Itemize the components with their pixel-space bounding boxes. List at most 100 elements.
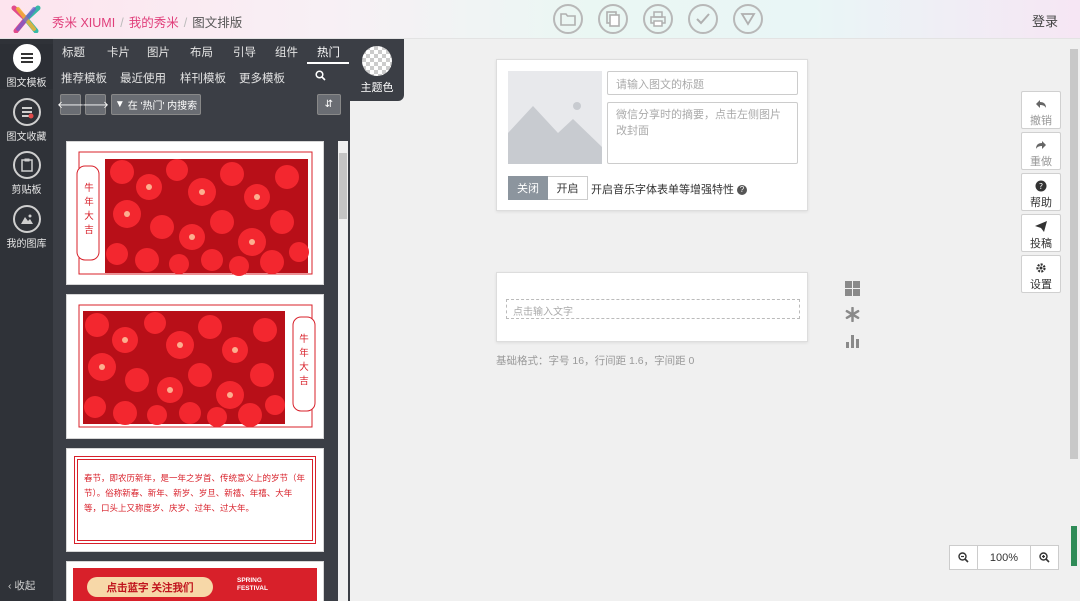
active-tab-indicator bbox=[307, 62, 349, 64]
triangle-down-icon[interactable] bbox=[733, 4, 763, 34]
zoom-out-button[interactable] bbox=[949, 545, 978, 570]
undo-label: 撤销 bbox=[1030, 115, 1052, 127]
toggle-off-button[interactable]: 关闭 bbox=[508, 176, 548, 200]
sort-button[interactable]: ⇵ bbox=[317, 94, 341, 115]
follow-badge: 点击蓝字 关注我们 bbox=[87, 577, 213, 597]
bar-chart-icon[interactable] bbox=[843, 331, 861, 349]
arrow-right-icon: 🡒 bbox=[82, 99, 109, 111]
toggle-on-button[interactable]: 开启 bbox=[548, 176, 588, 200]
card-vertical-text: 牛年大吉 bbox=[299, 334, 309, 387]
breadcrumb: 秀米 XIUMI / 我的秀米 / 图文排版 bbox=[52, 16, 243, 30]
help-icon: ? bbox=[1022, 177, 1060, 194]
svg-text:?: ? bbox=[1039, 182, 1043, 191]
digest-input[interactable]: 微信分享时的摘要，点击左侧图片改封面 bbox=[607, 102, 798, 164]
next-page-button[interactable]: 🡒 bbox=[82, 94, 109, 115]
tab-component[interactable]: 组件 bbox=[275, 44, 298, 60]
rail-item-label: 剪贴板 bbox=[11, 185, 42, 196]
settings-button[interactable]: 设置 bbox=[1021, 255, 1061, 293]
collapse-button[interactable]: ‹ 收起 bbox=[8, 578, 35, 593]
print-icon[interactable] bbox=[643, 4, 673, 34]
tab-sample-issues[interactable]: 样刊模板 bbox=[180, 70, 226, 86]
zoom-in-button[interactable] bbox=[1030, 545, 1059, 570]
brand-link[interactable]: 秀米 XIUMI bbox=[52, 16, 115, 30]
tab-recent[interactable]: 最近使用 bbox=[120, 70, 166, 86]
theme-color-label: 主题色 bbox=[360, 82, 394, 94]
template-card-4[interactable]: 点击蓝字 关注我们 SPRING FESTIVAL bbox=[66, 561, 324, 601]
chevron-left-icon: ‹ bbox=[8, 580, 12, 592]
tab-more-templates[interactable]: 更多模板 bbox=[239, 70, 285, 86]
article-header-box: 请输入图文的标题 微信分享时的摘要，点击左侧图片改封面 关闭 开启 开启音乐字体… bbox=[496, 59, 808, 211]
template-card-2[interactable]: 牛年大吉 bbox=[66, 294, 324, 439]
login-link[interactable]: 登录 bbox=[1032, 11, 1058, 30]
rail-item-label: 图文模板 bbox=[6, 78, 47, 89]
panel-scrollbar-thumb[interactable] bbox=[339, 153, 347, 219]
editor-scroll-marker bbox=[1071, 526, 1077, 566]
tab-image[interactable]: 图片 bbox=[147, 44, 170, 60]
rail-item-label: 我的图库 bbox=[6, 239, 47, 250]
text-input-area[interactable]: 点击输入文字 bbox=[506, 299, 800, 319]
tab-recommended[interactable]: 推荐模板 bbox=[61, 70, 107, 86]
prev-page-button[interactable]: 🡐 bbox=[57, 94, 84, 115]
image-placeholder-icon bbox=[508, 102, 602, 164]
zoom-value: 100% bbox=[978, 545, 1030, 570]
category-tabs: 标题 卡片 图片 布局 引导 组件 热门 bbox=[53, 39, 350, 64]
filter-icon: ▼ bbox=[114, 99, 125, 110]
toolbar-icons bbox=[553, 4, 763, 34]
left-rail: 图文模板 图文收藏 剪贴板 我的图库 ‹ 收起 bbox=[0, 39, 53, 601]
rail-item-clipboard[interactable]: 剪贴板 bbox=[0, 151, 53, 196]
breadcrumb-my-xiumi[interactable]: 我的秀米 bbox=[129, 16, 179, 30]
rail-item-templates[interactable]: 图文模板 bbox=[0, 44, 53, 89]
zoom-out-icon bbox=[958, 552, 969, 563]
template-card-1[interactable]: 牛年大吉 bbox=[66, 141, 324, 285]
editor-scrollbar[interactable] bbox=[1068, 39, 1080, 601]
send-icon bbox=[1022, 218, 1060, 235]
help-button[interactable]: ? 帮助 bbox=[1021, 173, 1061, 211]
spring-festival-tag: SPRING FESTIVAL bbox=[237, 577, 268, 592]
content-box: 点击输入文字 bbox=[496, 272, 808, 342]
search-filter-button[interactable]: ▼ 在 '热门' 内搜索 bbox=[111, 94, 201, 115]
theme-color-button[interactable]: 主题色 bbox=[350, 39, 404, 101]
submit-button[interactable]: 投稿 bbox=[1021, 214, 1061, 252]
collapse-label: 收起 bbox=[14, 580, 36, 592]
tab-card[interactable]: 卡片 bbox=[107, 44, 130, 60]
tab-hot[interactable]: 热门 bbox=[317, 44, 340, 60]
undo-icon bbox=[1022, 95, 1060, 112]
grid-icon[interactable] bbox=[843, 279, 861, 297]
tab-title[interactable]: 标题 bbox=[62, 44, 85, 60]
open-folder-icon[interactable] bbox=[553, 4, 583, 34]
xiumi-logo[interactable] bbox=[10, 5, 42, 33]
zoom-in-icon bbox=[1039, 552, 1050, 563]
cover-image-placeholder[interactable] bbox=[508, 71, 602, 164]
rail-item-label: 图文收藏 bbox=[6, 132, 47, 143]
redo-button[interactable]: 重做 bbox=[1021, 132, 1061, 170]
content-side-tools bbox=[843, 279, 861, 357]
gear-icon bbox=[1022, 259, 1060, 276]
settings-label: 设置 bbox=[1030, 279, 1052, 291]
check-icon[interactable] bbox=[688, 4, 718, 34]
list-icon bbox=[12, 44, 41, 72]
panel-scrollbar[interactable] bbox=[338, 141, 348, 601]
arrow-left-icon: 🡐 bbox=[57, 99, 84, 111]
search-icon[interactable] bbox=[315, 70, 326, 84]
enhance-label: 开启音乐字体表单等增强特性? bbox=[591, 181, 747, 197]
tab-layout[interactable]: 布局 bbox=[190, 44, 213, 60]
title-input[interactable]: 请输入图文的标题 bbox=[607, 71, 798, 95]
redo-icon bbox=[1022, 136, 1060, 153]
editor-scrollbar-thumb[interactable] bbox=[1070, 49, 1078, 459]
question-icon[interactable]: ? bbox=[737, 185, 747, 196]
undo-button[interactable]: 撤销 bbox=[1021, 91, 1061, 129]
asterisk-icon[interactable] bbox=[843, 305, 861, 323]
top-bar: 秀米 XIUMI / 我的秀米 / 图文排版 登录 bbox=[0, 0, 1080, 39]
search-filter-label: 在 '热门' 内搜索 bbox=[127, 101, 198, 112]
tab-guide[interactable]: 引导 bbox=[233, 44, 256, 60]
card-vertical-text: 牛年大吉 bbox=[84, 183, 94, 236]
copy-icon[interactable] bbox=[598, 4, 628, 34]
template-list: 牛年大吉 牛年大吉 春节，即农历新年，是一年之岁首、传统意义上的岁节（年节）。俗… bbox=[66, 141, 324, 601]
editor-canvas: 请输入图文的标题 微信分享时的摘要，点击左侧图片改封面 关闭 开启 开启音乐字体… bbox=[350, 39, 1080, 601]
checkerboard-icon bbox=[362, 46, 392, 76]
rail-item-gallery[interactable]: 我的图库 bbox=[0, 205, 53, 250]
enhance-toggle: 关闭 开启 bbox=[508, 176, 588, 200]
template-card-3[interactable]: 春节，即农历新年，是一年之岁首、传统意义上的岁节（年节）。俗称新春、新年、新岁、… bbox=[66, 448, 324, 552]
rail-item-favorites[interactable]: 图文收藏 bbox=[0, 98, 53, 143]
panel-toolbar: 🡐 🡒 ▼ 在 '热门' 内搜索 ⇵ bbox=[53, 89, 350, 119]
